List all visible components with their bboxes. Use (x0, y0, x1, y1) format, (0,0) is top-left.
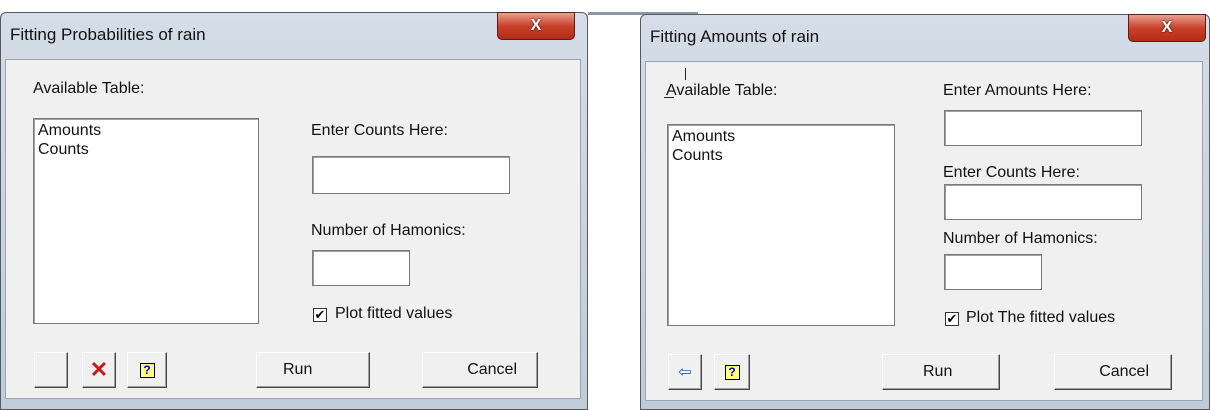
cancel-button[interactable]: Cancel (422, 352, 538, 388)
help-button[interactable]: ? (127, 352, 167, 388)
number-of-harmonics-label: Number of Hamonics: (311, 222, 466, 239)
plot-fitted-values-label[interactable]: Plot The fitted values (966, 309, 1115, 327)
cancel-button-label: Cancel (467, 361, 517, 378)
run-button-label: Run (283, 361, 313, 378)
run-button[interactable]: Run (882, 354, 1000, 390)
probabilities-dialog: Fitting Probabilities of rain X Availabl… (0, 12, 588, 410)
focus-tick-mark (685, 68, 686, 80)
blank-tool-button[interactable] (34, 352, 68, 388)
cancel-button-label: Cancel (1099, 363, 1149, 380)
available-table-list[interactable]: Amounts Counts (33, 118, 259, 324)
available-table-list[interactable]: Amounts Counts (667, 124, 895, 326)
close-icon: X (1161, 19, 1173, 36)
run-button-label: Run (923, 363, 953, 380)
check-mark-icon: ✔ (946, 311, 958, 326)
help-icon: ? (139, 362, 155, 378)
list-item-counts[interactable]: Counts (38, 140, 254, 159)
plot-fitted-values-checkbox[interactable]: ✔ (945, 312, 959, 326)
help-icon: ? (724, 364, 740, 380)
run-button[interactable]: Run (256, 352, 370, 388)
delete-icon: ✕ (89, 357, 109, 382)
amounts-input[interactable] (944, 110, 1142, 146)
amounts-dialog: Fitting Amounts of rain X Available Tabl… (640, 14, 1210, 410)
probabilities-close-button[interactable]: X (497, 12, 575, 40)
delete-button[interactable]: ✕ (82, 352, 116, 388)
list-item-counts[interactable]: Counts (672, 146, 890, 165)
number-of-harmonics-label: Number of Hamonics: (943, 230, 1098, 247)
available-table-label: Available Table: (33, 80, 145, 97)
enter-amounts-label: Enter Amounts Here: (943, 82, 1092, 99)
plot-fitted-values-checkbox[interactable]: ✔ (313, 308, 327, 322)
list-item-amounts[interactable]: Amounts (38, 121, 254, 140)
cancel-button[interactable]: Cancel (1054, 354, 1172, 390)
list-item-amounts[interactable]: Amounts (672, 127, 890, 146)
probabilities-dialog-titlebar[interactable]: Fitting Probabilities of rain X (1, 12, 587, 57)
check-mark-icon: ✔ (314, 307, 326, 322)
amounts-dialog-titlebar[interactable]: Fitting Amounts of rain X (641, 14, 1209, 59)
available-table-label: Available Table: (666, 82, 778, 99)
enter-counts-label: Enter Counts Here: (943, 164, 1080, 181)
amounts-dialog-body: Available Table: Amounts Counts Enter Am… (645, 61, 1203, 401)
transfer-icon: ⇦ (678, 364, 692, 381)
enter-counts-label: Enter Counts Here: (311, 122, 448, 139)
counts-input[interactable] (312, 156, 510, 194)
amounts-close-button[interactable]: X (1128, 14, 1206, 42)
counts-input[interactable] (944, 184, 1142, 220)
transfer-button[interactable]: ⇦ (668, 354, 702, 390)
amounts-dialog-title: Fitting Amounts of rain (650, 27, 820, 46)
help-button[interactable]: ? (714, 354, 750, 390)
harmonics-input[interactable] (944, 254, 1042, 290)
probabilities-dialog-title: Fitting Probabilities of rain (10, 25, 206, 44)
harmonics-input[interactable] (312, 250, 410, 286)
probabilities-dialog-body: Available Table: Amounts Counts Enter Co… (5, 59, 581, 399)
plot-fitted-values-label[interactable]: Plot fitted values (335, 305, 452, 323)
close-icon: X (530, 17, 542, 34)
